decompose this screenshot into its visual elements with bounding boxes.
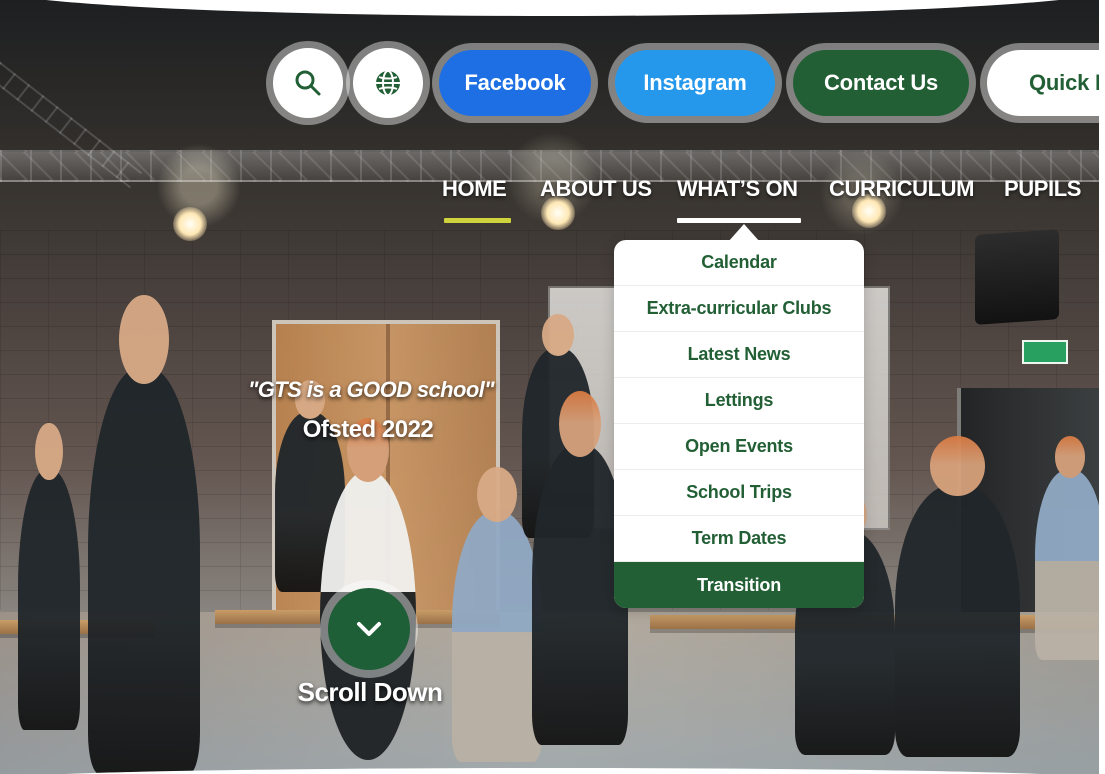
nav-pupils[interactable]: PUPILS bbox=[1004, 176, 1081, 202]
dropdown-item-school-trips[interactable]: School Trips bbox=[614, 470, 864, 516]
hero-screenshot: Facebook Instagram Contact Us Quick Li H… bbox=[0, 0, 1105, 774]
dropdown-item-term-dates[interactable]: Term Dates bbox=[614, 516, 864, 562]
scroll-down-label[interactable]: Scroll Down bbox=[278, 677, 462, 708]
nav-about-us[interactable]: ABOUT US bbox=[540, 176, 652, 202]
stage-light bbox=[173, 207, 207, 241]
dropdown-item-extra-curricular-clubs[interactable]: Extra-curricular Clubs bbox=[614, 286, 864, 332]
home-active-underline bbox=[444, 218, 511, 223]
whats-on-hover-underline bbox=[677, 218, 801, 223]
hero-quote: "GTS is a GOOD school" bbox=[247, 377, 495, 402]
contact-us-button[interactable]: Contact Us bbox=[793, 50, 969, 116]
dropdown-item-calendar[interactable]: Calendar bbox=[614, 240, 864, 286]
search-button[interactable] bbox=[273, 48, 343, 118]
student-figure bbox=[895, 436, 1020, 757]
dropdown-item-latest-news[interactable]: Latest News bbox=[614, 332, 864, 378]
student-figure bbox=[452, 467, 542, 762]
student-figure bbox=[88, 294, 200, 774]
student-figure bbox=[18, 423, 80, 730]
globe-icon bbox=[376, 70, 400, 96]
ofsted-caption: Ofsted 2022 bbox=[302, 416, 434, 443]
dropdown-item-transition[interactable]: Transition bbox=[614, 562, 864, 608]
exit-sign bbox=[1022, 340, 1068, 364]
instagram-link[interactable]: Instagram bbox=[615, 50, 775, 116]
nav-curriculum[interactable]: CURRICULUM bbox=[829, 176, 974, 202]
speaker bbox=[975, 229, 1059, 325]
nav-home[interactable]: HOME bbox=[442, 176, 507, 202]
right-edge bbox=[1099, 0, 1105, 774]
dropdown-item-open-events[interactable]: Open Events bbox=[614, 424, 864, 470]
dropdown-pointer bbox=[728, 224, 760, 242]
whats-on-dropdown: Calendar Extra-curricular Clubs Latest N… bbox=[614, 240, 864, 608]
search-icon bbox=[295, 70, 321, 96]
language-button[interactable] bbox=[353, 48, 423, 118]
main-navigation: HOME ABOUT US WHAT’S ON CURRICULUM PUPIL… bbox=[442, 176, 1102, 224]
torn-top-edge bbox=[0, 0, 1105, 16]
facebook-link[interactable]: Facebook bbox=[439, 50, 591, 116]
quick-links-button[interactable]: Quick Li bbox=[987, 50, 1105, 116]
chevron-down-icon bbox=[357, 622, 381, 636]
dropdown-item-lettings[interactable]: Lettings bbox=[614, 378, 864, 424]
nav-whats-on[interactable]: WHAT’S ON bbox=[677, 176, 798, 202]
top-utility-bar: Facebook Instagram Contact Us Quick Li bbox=[273, 48, 1105, 120]
scroll-down-button[interactable] bbox=[328, 588, 410, 670]
student-figure bbox=[1035, 435, 1105, 660]
